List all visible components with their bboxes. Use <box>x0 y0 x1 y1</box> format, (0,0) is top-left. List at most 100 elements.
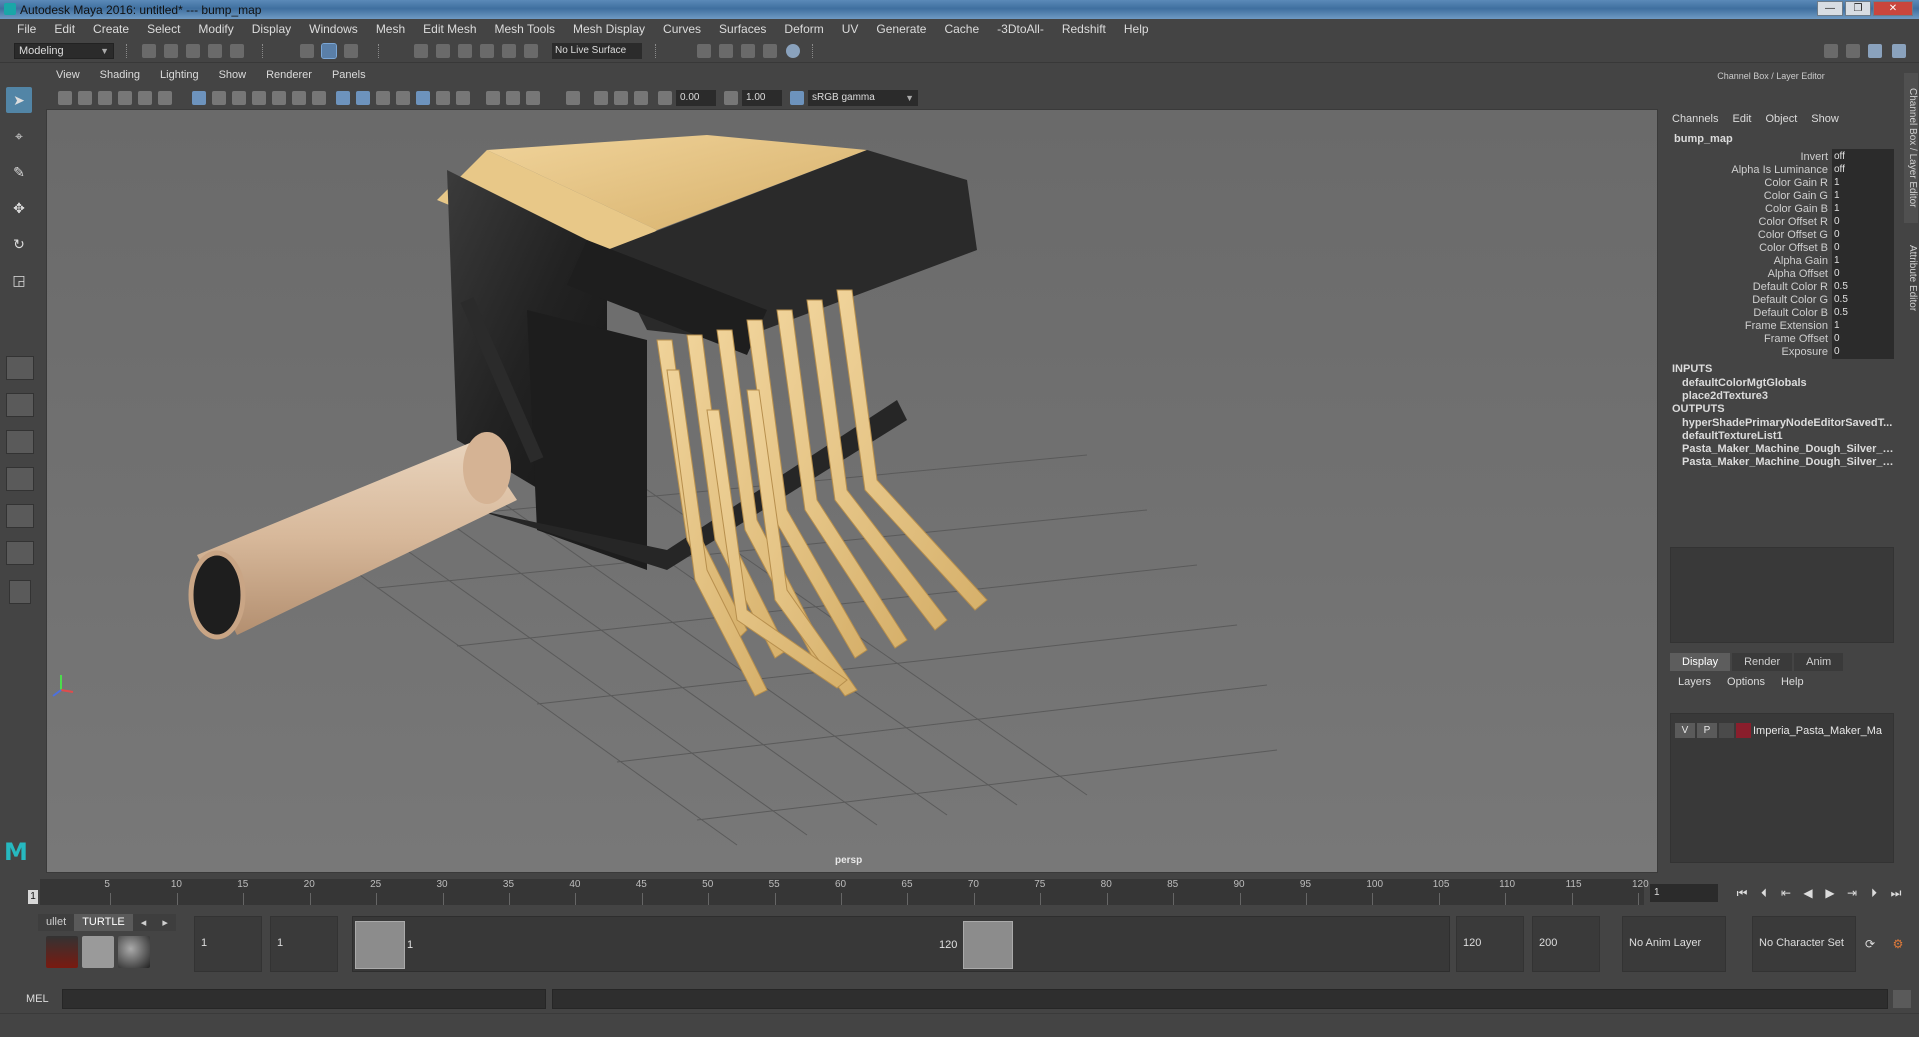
input-node[interactable]: place2dTexture3 <box>1682 390 1894 402</box>
channel-box-menu-edit[interactable]: Edit <box>1732 113 1751 125</box>
close-button[interactable]: ✕ <box>1873 1 1913 16</box>
tab-render[interactable]: Render <box>1732 653 1793 671</box>
panel-menu-shading[interactable]: Shading <box>90 69 150 87</box>
shelf-scroll-left-icon[interactable]: ◂ <box>132 914 155 931</box>
menu-redshift[interactable]: Redshift <box>1053 22 1115 36</box>
menu-create[interactable]: Create <box>84 22 138 36</box>
animation-start-field[interactable]: 1 <box>194 916 262 972</box>
menu-display[interactable]: Display <box>243 22 300 36</box>
attribute-editor-side-tab[interactable]: Attribute Editor <box>1904 233 1918 323</box>
turtle-sphere-icon[interactable] <box>118 936 150 968</box>
image-plane-icon[interactable] <box>118 91 132 105</box>
output-node[interactable]: Pasta_Maker_Machine_Dough_Silver_S... <box>1682 443 1894 455</box>
ambient-occlusion-icon[interactable] <box>594 91 608 105</box>
film-gate-icon[interactable] <box>212 91 226 105</box>
select-by-object-icon[interactable] <box>321 43 337 59</box>
channel-box-toggle-icon[interactable] <box>1892 44 1906 58</box>
snap-curve-icon[interactable] <box>436 44 450 58</box>
safe-action-icon[interactable] <box>292 91 306 105</box>
step-back-frame-icon[interactable]: ⏴ <box>1756 885 1772 901</box>
turtle-bake-icon[interactable] <box>82 936 114 968</box>
render-settings-icon[interactable] <box>697 44 711 58</box>
layer-menu-layers[interactable]: Layers <box>1678 676 1711 688</box>
move-tool-icon[interactable]: ✥ <box>6 195 32 221</box>
motion-blur-icon[interactable] <box>614 91 628 105</box>
character-set-dropdown[interactable]: No Character Set <box>1752 916 1856 972</box>
panel-menu-renderer[interactable]: Renderer <box>256 69 322 87</box>
2d-pan-zoom-icon[interactable] <box>138 91 152 105</box>
menu-set-dropdown[interactable]: Modeling ▼ <box>14 43 114 59</box>
select-by-component-icon[interactable] <box>344 44 358 58</box>
animation-preferences-icon[interactable]: ⚙ <box>1890 936 1906 952</box>
new-scene-icon[interactable] <box>142 44 156 58</box>
layer-row[interactable]: V P Imperia_Pasta_Maker_Ma <box>1675 722 1891 739</box>
menu-help[interactable]: Help <box>1115 22 1158 36</box>
minimize-button[interactable]: — <box>1817 1 1843 16</box>
output-node[interactable]: Pasta_Maker_Machine_Dough_Silver_SM <box>1682 456 1894 468</box>
step-forward-key-icon[interactable]: ⇥ <box>1844 885 1860 901</box>
channel-box-menu-object[interactable]: Object <box>1765 113 1797 125</box>
gamma-icon[interactable] <box>724 91 738 105</box>
camera-attributes-icon[interactable] <box>78 91 92 105</box>
select-by-hierarchy-icon[interactable] <box>300 44 314 58</box>
menu-file[interactable]: File <box>8 22 45 36</box>
save-scene-icon[interactable] <box>186 44 200 58</box>
anim-layer-dropdown[interactable]: No Anim Layer <box>1622 916 1726 972</box>
persp-outliner-layout-icon[interactable] <box>6 430 34 454</box>
scale-tool-icon[interactable]: ◲ <box>6 267 32 293</box>
playback-end-field[interactable]: 120 <box>1456 916 1524 972</box>
menu-curves[interactable]: Curves <box>654 22 710 36</box>
magnet-icon[interactable] <box>524 44 538 58</box>
menu-edit[interactable]: Edit <box>45 22 84 36</box>
layer-playback-toggle[interactable]: P <box>1697 723 1717 738</box>
current-frame-marker[interactable]: 1 <box>28 890 38 904</box>
anti-aliasing-icon[interactable] <box>634 91 648 105</box>
view-transform-dropdown[interactable]: sRGB gamma ▼ <box>808 90 918 106</box>
color-management-icon[interactable] <box>790 91 804 105</box>
time-slider[interactable]: 5 10 15 20 25 30 35 40 45 50 55 60 65 70 75 80 85 90 95 100… <box>0 876 1919 908</box>
xray-components-icon[interactable] <box>526 91 540 105</box>
paint-select-icon[interactable]: ✎ <box>6 159 32 185</box>
maximize-button[interactable]: ❐ <box>1845 1 1871 16</box>
persp-graph-layout-icon[interactable] <box>6 467 34 491</box>
exposure-field[interactable]: 0.00 <box>676 90 716 106</box>
camera-select-icon[interactable] <box>58 91 72 105</box>
isolate-select-icon[interactable] <box>566 91 580 105</box>
tab-display[interactable]: Display <box>1670 653 1731 671</box>
panel-menu-panels[interactable]: Panels <box>322 69 376 87</box>
snap-point-icon[interactable] <box>458 44 472 58</box>
textured-icon[interactable] <box>416 91 430 105</box>
mel-label[interactable]: MEL <box>26 993 49 1005</box>
menu-mesh-display[interactable]: Mesh Display <box>564 22 654 36</box>
step-back-key-icon[interactable]: ⇤ <box>1778 885 1794 901</box>
range-slider[interactable]: 1 120 <box>352 916 1450 972</box>
output-node[interactable]: hyperShadePrimaryNodeEditorSavedT... <box>1682 417 1894 429</box>
redo-icon[interactable] <box>230 44 244 58</box>
menu-uv[interactable]: UV <box>833 22 868 36</box>
channel-box-menu-show[interactable]: Show <box>1811 113 1839 125</box>
attribute-value[interactable]: 0 <box>1832 344 1894 359</box>
gate-mask-icon[interactable] <box>252 91 266 105</box>
smooth-shade-icon[interactable] <box>356 91 370 105</box>
go-to-end-icon[interactable]: ⏭ <box>1888 885 1904 901</box>
rotate-tool-icon[interactable]: ↻ <box>6 231 32 257</box>
shelf-tab-turtle[interactable]: TURTLE <box>74 914 133 931</box>
snap-live-icon[interactable] <box>502 44 516 58</box>
select-tool-icon[interactable]: ➤ <box>6 87 32 113</box>
layer-menu-help[interactable]: Help <box>1781 676 1804 688</box>
render-frame-icon[interactable] <box>719 44 733 58</box>
panel-menu-view[interactable]: View <box>46 69 90 87</box>
attribute-editor-toggle-icon[interactable] <box>1846 44 1860 58</box>
four-view-layout-icon[interactable] <box>6 393 34 417</box>
wireframe-on-shaded-icon[interactable] <box>396 91 410 105</box>
step-forward-frame-icon[interactable]: ⏵ <box>1866 885 1882 901</box>
grease-pencil-icon[interactable] <box>158 91 172 105</box>
input-node[interactable]: defaultColorMgtGlobals <box>1682 377 1894 389</box>
menu-3dtoall[interactable]: -3DtoAll- <box>988 22 1053 36</box>
hypershade-icon[interactable] <box>786 44 800 58</box>
safe-title-icon[interactable] <box>312 91 326 105</box>
default-lighting-icon[interactable] <box>376 91 390 105</box>
layer-color-swatch[interactable] <box>1736 723 1751 738</box>
perspective-viewport[interactable]: persp <box>46 109 1658 873</box>
layer-visibility-toggle[interactable]: V <box>1675 723 1695 738</box>
